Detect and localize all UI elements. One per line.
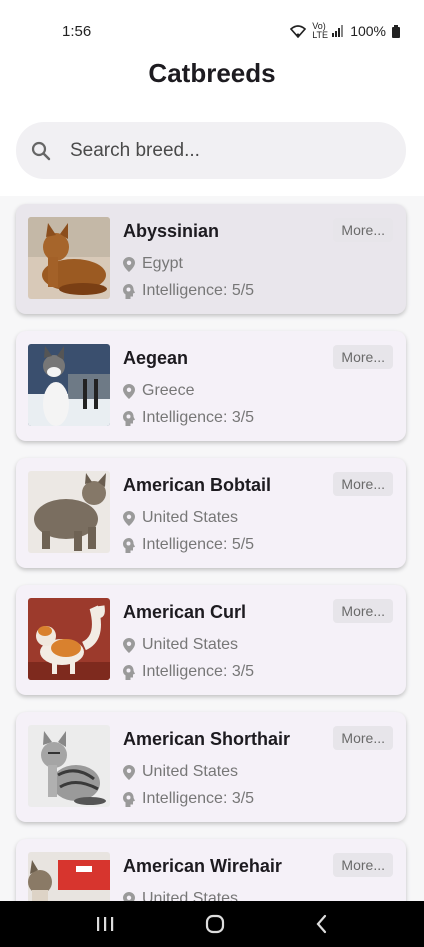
- breed-name: American Wirehair: [123, 856, 282, 876]
- location-pin-icon: [123, 256, 135, 272]
- intelligence-text: Intelligence: 5/5: [142, 282, 255, 299]
- brain-icon: [123, 410, 135, 426]
- intelligence-text: Intelligence: 3/5: [142, 409, 255, 426]
- origin-text: United States: [142, 890, 239, 901]
- breed-intelligence: Intelligence: 5/5: [123, 282, 254, 300]
- breed-origin: United States: [123, 636, 238, 654]
- brain-icon: [123, 664, 135, 680]
- origin-text: Greece: [142, 382, 195, 399]
- breed-photo: [28, 598, 110, 680]
- breed-origin: Greece: [123, 382, 194, 400]
- more-button[interactable]: More...: [333, 599, 393, 623]
- wifi-icon: [290, 24, 307, 38]
- intelligence-text: Intelligence: 3/5: [142, 790, 255, 807]
- origin-text: United States: [142, 509, 239, 526]
- breed-card[interactable]: American Curl More... United States Inte…: [16, 585, 406, 695]
- breed-name: Abyssinian: [123, 221, 220, 241]
- breed-origin: United States: [123, 763, 238, 781]
- location-pin-icon: [123, 637, 135, 653]
- breed-origin: Egypt: [123, 255, 183, 273]
- breed-card[interactable]: American Bobtail More... United States I…: [16, 458, 406, 568]
- more-button[interactable]: More...: [333, 345, 393, 369]
- breed-name: American Bobtail: [123, 475, 272, 495]
- page-title: Catbreeds: [148, 58, 276, 88]
- breed-intelligence: Intelligence: 3/5: [123, 663, 254, 681]
- status-time: 1:56: [62, 22, 92, 40]
- origin-text: United States: [142, 636, 239, 653]
- search-icon: [31, 141, 51, 160]
- breed-card[interactable]: American Shorthair More... United States…: [16, 712, 406, 822]
- more-button[interactable]: More...: [333, 726, 393, 750]
- network-label: Vo) LTE: [312, 21, 329, 40]
- recent-apps-icon[interactable]: [95, 915, 115, 933]
- more-button[interactable]: More...: [333, 218, 393, 242]
- status-bar: 1:56 Vo) LTE 100%: [0, 0, 424, 62]
- location-pin-icon: [123, 891, 135, 901]
- breed-photo: [28, 852, 110, 901]
- search-input[interactable]: [70, 139, 370, 162]
- breed-intelligence: Intelligence: 3/5: [123, 409, 254, 427]
- back-icon[interactable]: [315, 914, 329, 934]
- breed-card[interactable]: Abyssinian More... Egypt Intelligence: 5…: [16, 204, 406, 314]
- signal-icon: [332, 25, 344, 37]
- breed-photo: [28, 471, 110, 553]
- breed-intelligence: Intelligence: 5/5: [123, 536, 254, 554]
- origin-text: Egypt: [142, 255, 183, 272]
- location-pin-icon: [123, 383, 135, 399]
- breed-origin: United States: [123, 509, 238, 527]
- system-nav-bar: [0, 901, 424, 947]
- breed-card[interactable]: American Wirehair More... United States: [16, 839, 406, 901]
- status-icons: Vo) LTE 100%: [290, 22, 400, 40]
- breed-photo: [28, 725, 110, 807]
- location-pin-icon: [123, 764, 135, 780]
- breed-intelligence: Intelligence: 3/5: [123, 790, 254, 808]
- origin-text: United States: [142, 763, 239, 780]
- battery-icon: [392, 24, 400, 38]
- brain-icon: [123, 283, 135, 299]
- home-icon[interactable]: [204, 913, 226, 935]
- breed-name: American Curl: [123, 602, 247, 622]
- intelligence-text: Intelligence: 5/5: [142, 536, 255, 553]
- breed-photo: [28, 217, 110, 299]
- search-bar[interactable]: [16, 122, 406, 179]
- more-button[interactable]: More...: [333, 853, 393, 877]
- brain-icon: [123, 791, 135, 807]
- breed-card[interactable]: Aegean More... Greece Intelligence: 3/5: [16, 331, 406, 441]
- battery-percent: 100%: [350, 23, 386, 39]
- breed-name: American Shorthair: [123, 729, 291, 749]
- breed-list[interactable]: Abyssinian More... Egypt Intelligence: 5…: [0, 196, 424, 901]
- more-button[interactable]: More...: [333, 472, 393, 496]
- breed-origin: United States: [123, 890, 238, 901]
- location-pin-icon: [123, 510, 135, 526]
- intelligence-text: Intelligence: 3/5: [142, 663, 255, 680]
- breed-name: Aegean: [123, 348, 189, 368]
- breed-photo: [28, 344, 110, 426]
- brain-icon: [123, 537, 135, 553]
